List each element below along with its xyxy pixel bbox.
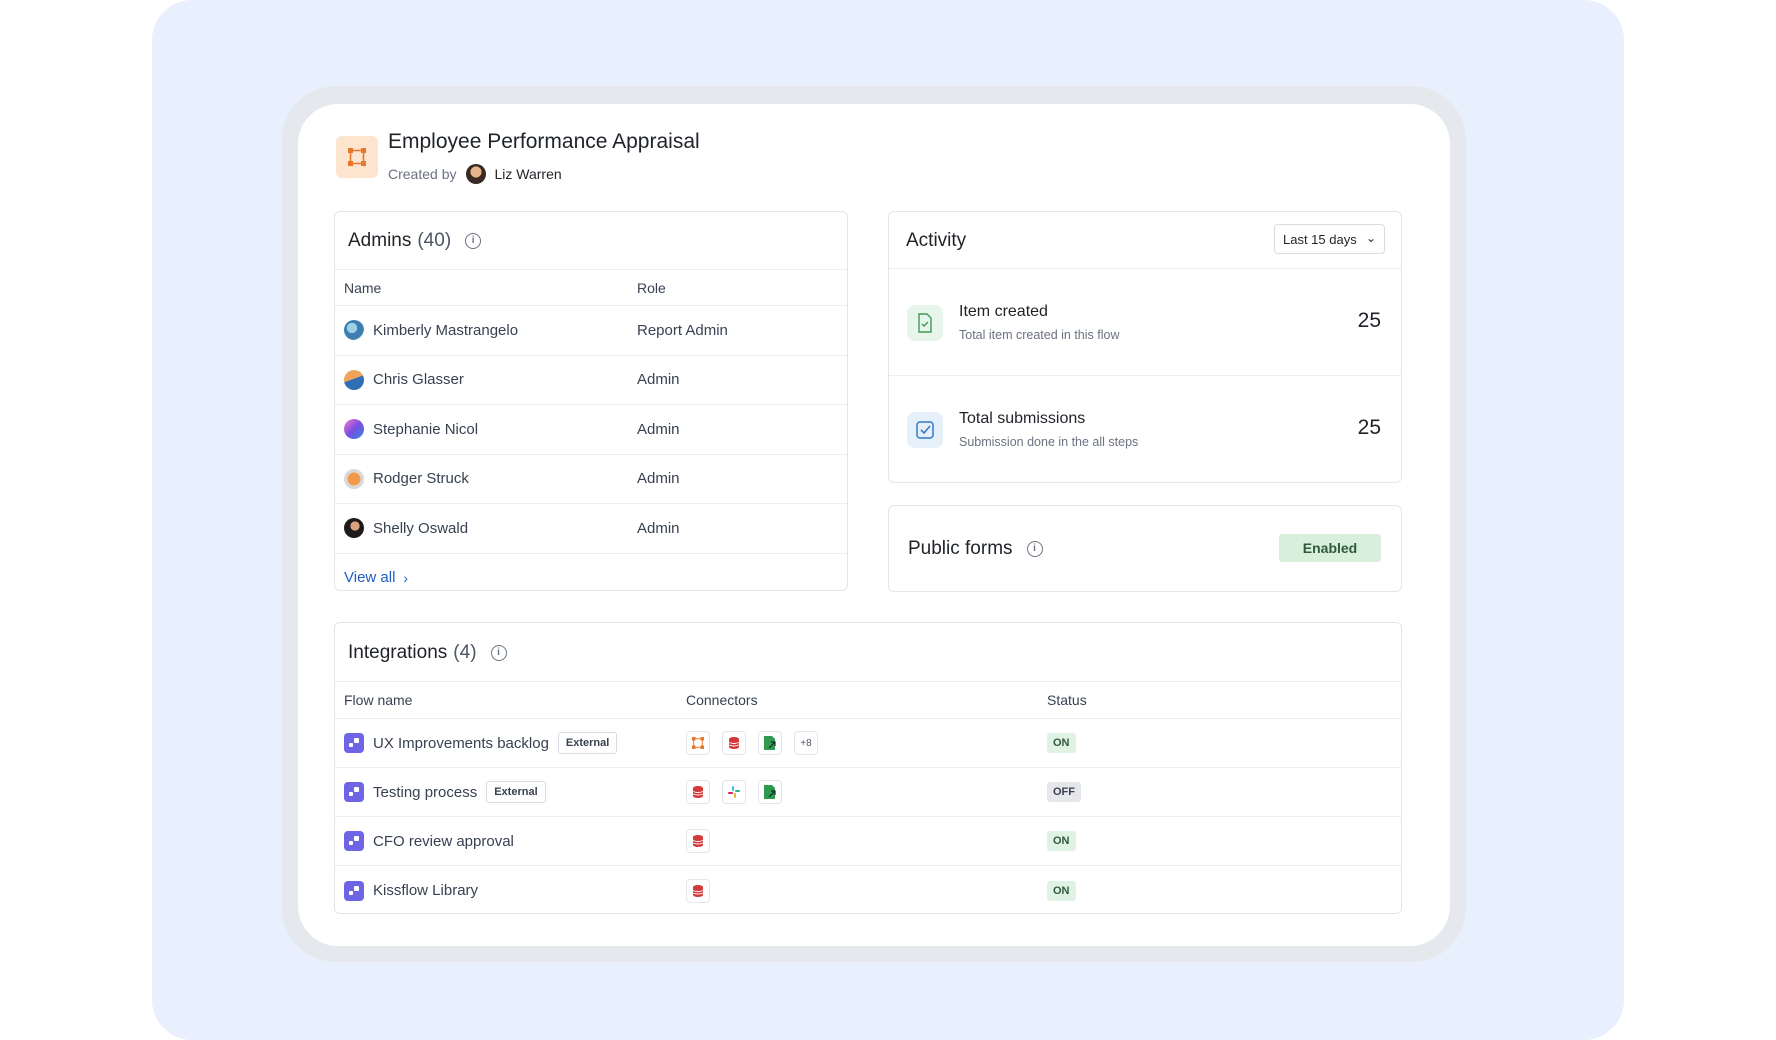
public-forms-title: Public forms — [908, 538, 1013, 559]
creator-name[interactable]: Liz Warren — [494, 166, 561, 182]
column-header-status: Status — [1047, 692, 1087, 708]
activity-item-created: Item created Total item created in this … — [889, 268, 1401, 375]
table-row[interactable]: UX Improvements backlog External +8 ON — [335, 719, 1401, 768]
info-icon[interactable]: i — [490, 645, 507, 661]
created-by-label: Created by — [388, 166, 457, 182]
avatar — [344, 468, 364, 489]
table-row[interactable]: Kimberly Mastrangelo Report Admin — [335, 306, 847, 356]
admin-name: Chris Glasser — [373, 371, 464, 389]
checkbox-icon — [907, 412, 943, 448]
date-range-select[interactable]: Last 15 days ⌄ — [1274, 224, 1385, 254]
admin-role: Admin — [637, 470, 680, 488]
admin-role: Admin — [637, 371, 680, 389]
admin-name: Kimberly Mastrangelo — [373, 321, 519, 339]
admin-name: Rodger Struck — [373, 470, 469, 488]
admin-name: Shelly Oswald — [373, 519, 469, 537]
avatar — [344, 518, 364, 539]
flow-name[interactable]: UX Improvements backlog — [373, 735, 549, 752]
admins-table: Name Role Kimberly Mastrangelo Report Ad… — [335, 269, 847, 554]
external-tag: External — [486, 781, 546, 803]
activity-total-submissions: Total submissions Submission done in the… — [889, 375, 1401, 482]
activity-item-value: 25 — [1357, 309, 1381, 332]
database-icon[interactable] — [686, 780, 710, 804]
table-row[interactable]: Stephanie Nicol Admin — [335, 405, 847, 455]
activity-item-subtitle: Submission done in the all steps — [959, 435, 1139, 449]
flow-name[interactable]: CFO review approval — [373, 833, 514, 850]
activity-panel: Activity Last 15 days ⌄ Item created Tot… — [888, 211, 1402, 483]
flow-app-icon — [336, 136, 378, 178]
slack-icon[interactable] — [722, 780, 746, 804]
table-row[interactable]: Testing process External OFF — [335, 768, 1401, 817]
admin-role: Admin — [637, 519, 680, 537]
public-forms-panel: Public forms i Enabled — [888, 505, 1402, 592]
status-badge[interactable]: ON — [1047, 733, 1076, 753]
avatar — [344, 419, 364, 440]
flow-name[interactable]: Testing process — [373, 784, 477, 801]
table-row[interactable]: CFO review approval ON — [335, 817, 1401, 866]
integrations-panel: Integrations (4) i Flow name Connectors … — [334, 622, 1402, 914]
admins-count: (40) — [417, 230, 452, 251]
flow-icon — [344, 782, 364, 802]
table-row[interactable]: Rodger Struck Admin — [335, 455, 847, 504]
column-header-connectors: Connectors — [686, 692, 758, 708]
created-by: Created by Liz Warren — [388, 164, 562, 184]
activity-item-title: Item created — [959, 303, 1048, 320]
external-tag: External — [557, 732, 618, 754]
integrations-title: Integrations — [348, 642, 448, 663]
status-badge[interactable]: OFF — [1047, 782, 1081, 802]
admin-name: Stephanie Nicol — [373, 420, 479, 438]
sheet-export-icon[interactable] — [758, 731, 782, 755]
activity-title: Activity — [906, 230, 967, 251]
column-header-name: Name — [344, 279, 382, 296]
table-row[interactable]: Shelly Oswald Admin — [335, 504, 847, 554]
database-icon[interactable] — [686, 829, 710, 853]
activity-item-title: Total submissions — [959, 410, 1086, 427]
integrations-count: (4) — [453, 642, 477, 663]
public-forms-status-badge[interactable]: Enabled — [1279, 534, 1381, 562]
info-icon[interactable]: i — [1026, 541, 1043, 557]
column-header-flow-name: Flow name — [344, 692, 413, 708]
flow-name[interactable]: Kissflow Library — [373, 882, 478, 899]
database-icon[interactable] — [686, 878, 710, 903]
admins-header: Admins (40) i — [348, 230, 482, 252]
public-forms-header: Public forms i — [908, 538, 1043, 560]
page-title: Employee Performance Appraisal — [388, 130, 700, 153]
document-check-icon — [907, 305, 943, 341]
integrations-table: Flow name Connectors Status UX Improveme… — [335, 681, 1401, 915]
info-icon[interactable]: i — [465, 233, 482, 249]
admin-role: Report Admin — [637, 321, 728, 339]
flow-connector-icon[interactable] — [686, 731, 710, 755]
date-range-value: Last 15 days — [1283, 231, 1357, 247]
column-header-role: Role — [637, 279, 666, 296]
database-icon[interactable] — [722, 731, 746, 755]
admin-role: Admin — [637, 420, 680, 438]
admins-table-header: Name Role — [335, 269, 847, 306]
status-badge[interactable]: ON — [1047, 880, 1076, 901]
more-connectors[interactable]: +8 — [794, 731, 818, 755]
status-badge[interactable]: ON — [1047, 831, 1076, 851]
flow-icon — [344, 733, 364, 753]
view-all-link[interactable]: View all › — [344, 569, 408, 586]
creator-avatar — [466, 164, 487, 184]
admins-title: Admins — [348, 230, 412, 251]
activity-item-value: 25 — [1357, 416, 1381, 439]
avatar — [344, 320, 364, 341]
flow-icon — [344, 880, 364, 901]
activity-item-subtitle: Total item created in this flow — [959, 328, 1120, 342]
table-row[interactable]: Chris Glasser Admin — [335, 356, 847, 405]
integrations-table-header: Flow name Connectors Status — [335, 681, 1401, 719]
sheet-export-icon[interactable] — [758, 780, 782, 804]
integrations-header: Integrations (4) i — [348, 642, 507, 664]
admins-panel: Admins (40) i Name Role Kimberly Mastran… — [334, 211, 848, 591]
flow-icon — [344, 831, 364, 851]
avatar — [344, 369, 364, 390]
table-row[interactable]: Kissflow Library ON — [335, 866, 1401, 915]
view-all-label: View all — [344, 569, 396, 586]
chevron-down-icon: ⌄ — [1365, 231, 1376, 245]
chevron-right-icon: › — [403, 569, 409, 586]
